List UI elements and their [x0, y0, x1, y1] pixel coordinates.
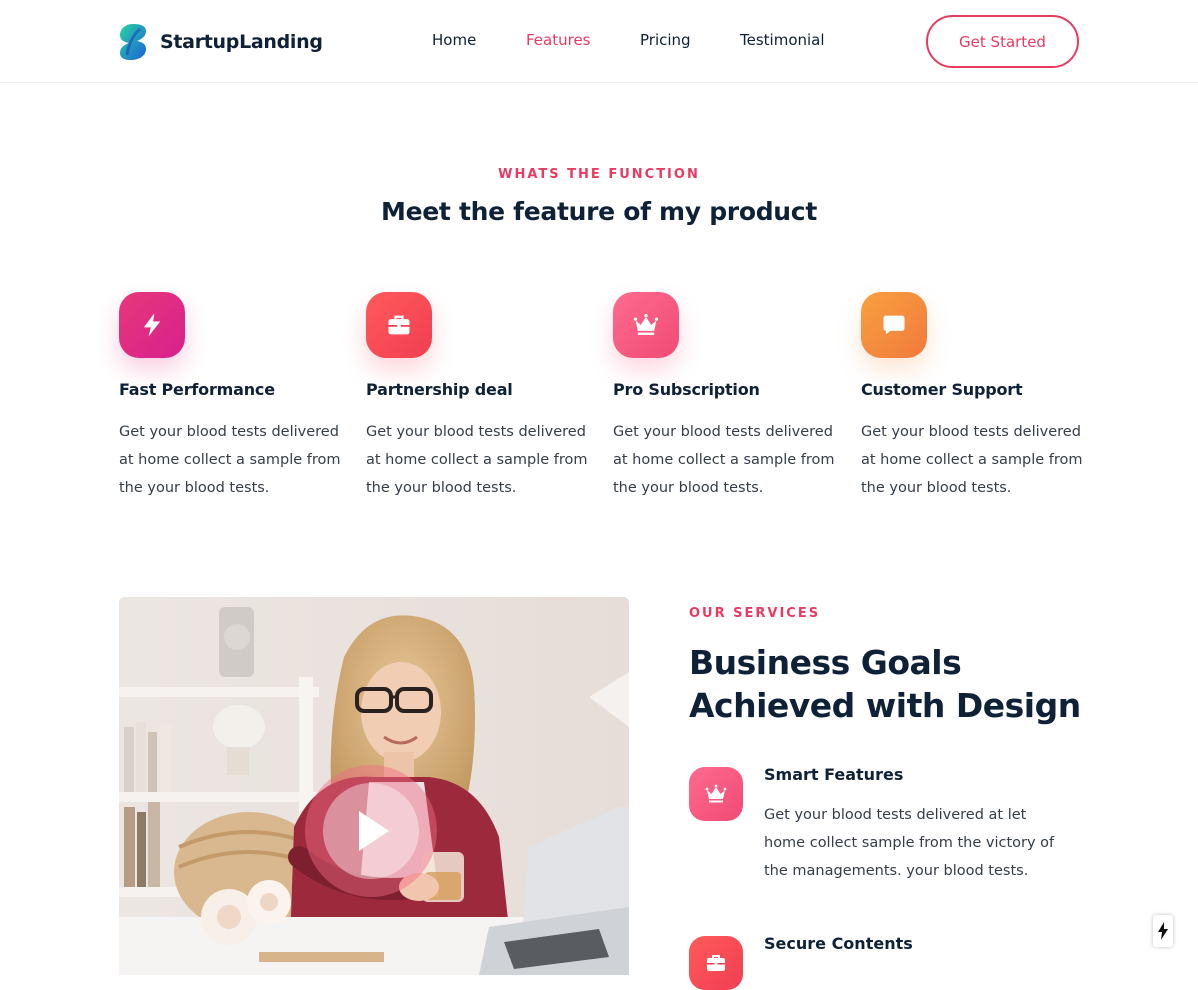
features-title: Meet the feature of my product	[381, 197, 817, 226]
service-title: Secure Contents	[764, 934, 913, 953]
feature-icon-tile	[613, 292, 679, 358]
service-icon-tile	[689, 767, 743, 821]
lightning-icon	[143, 313, 161, 337]
nav-features[interactable]: Features	[526, 31, 591, 49]
feature-icon-tile	[119, 292, 185, 358]
services-eyebrow: OUR SERVICES	[689, 606, 821, 621]
briefcase-icon	[707, 955, 725, 971]
crown-icon	[705, 784, 727, 803]
feature-desc: Get your blood tests delivered at home c…	[613, 424, 835, 496]
lightning-icon	[1158, 922, 1168, 940]
feature-desc: Get your blood tests delivered at home c…	[861, 424, 1083, 496]
feature-icon-tile	[366, 292, 432, 358]
briefcase-icon	[388, 315, 410, 335]
site-header: StartupLanding Home Features Pricing Tes…	[0, 0, 1198, 83]
features-eyebrow: WHATS THE FUNCTION	[498, 167, 700, 182]
crown-icon	[633, 314, 659, 335]
services-title-line: Achieved with Design	[689, 686, 1081, 725]
feature-icon-tile	[861, 292, 927, 358]
feature-desc: Get your blood tests delivered at home c…	[119, 424, 341, 496]
feature-card: Customer Support Get your blood tests de…	[861, 292, 1091, 502]
service-title: Smart Features	[764, 765, 904, 784]
brand-name: StartupLanding	[160, 31, 323, 53]
lightning-widget[interactable]	[1153, 915, 1173, 947]
feature-title: Customer Support	[861, 380, 1023, 399]
feature-card: Pro Subscription Get your blood tests de…	[613, 292, 843, 502]
woman-with-laptop-image	[119, 597, 629, 975]
feature-card: Partnership deal Get your blood tests de…	[366, 292, 596, 502]
nav-pricing[interactable]: Pricing	[640, 31, 691, 49]
services-photo	[119, 597, 629, 975]
feature-title: Partnership deal	[366, 380, 513, 399]
service-icon-tile	[689, 936, 743, 990]
feature-desc: Get your blood tests delivered at home c…	[366, 424, 588, 496]
chat-icon	[883, 315, 905, 335]
nav-testimonial[interactable]: Testimonial	[740, 31, 825, 49]
feature-title: Pro Subscription	[613, 380, 760, 399]
services-title: Business Goals Achieved with Design	[689, 641, 1109, 727]
feature-card: Fast Performance Get your blood tests de…	[119, 292, 349, 502]
logo-icon	[120, 24, 146, 60]
service-item: Secure Contents	[689, 934, 1089, 990]
service-desc: Get your blood tests delivered at let ho…	[764, 807, 1055, 879]
service-item: Smart Features Get your blood tests deli…	[689, 765, 1089, 887]
services-title-line: Business Goals	[689, 643, 962, 682]
get-started-button[interactable]: Get Started	[926, 15, 1079, 68]
feature-title: Fast Performance	[119, 380, 275, 399]
brand-logo[interactable]: StartupLanding	[119, 23, 323, 61]
nav-home[interactable]: Home	[432, 31, 476, 49]
